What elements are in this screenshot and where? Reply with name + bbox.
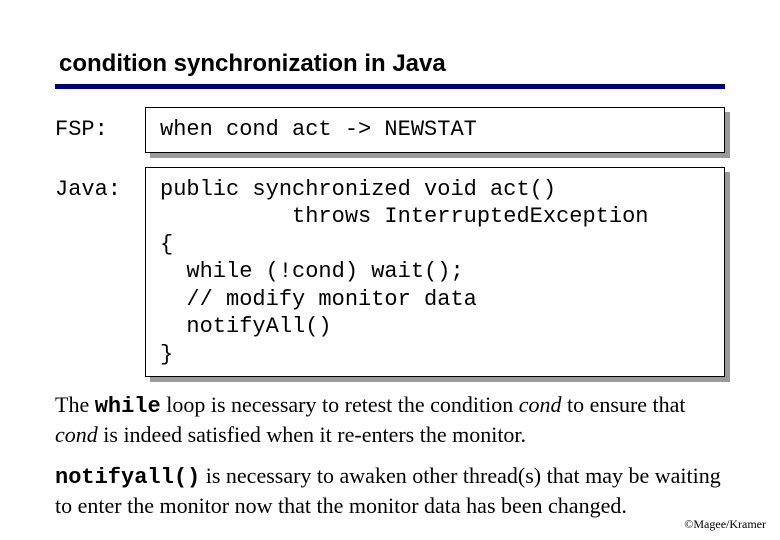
fsp-row: FSP: when cond act -> NEWSTAT — [55, 107, 725, 153]
fsp-label: FSP: — [55, 107, 145, 142]
p1-post: is indeed satisfied when it re-enters th… — [98, 422, 526, 447]
java-row: Java: public synchronized void act() thr… — [55, 167, 725, 378]
paragraph-1: The while loop is necessary to retest th… — [55, 391, 725, 448]
slide-title: condition synchronization in Java — [59, 50, 725, 78]
java-codebox-wrap: public synchronized void act() throws In… — [145, 167, 725, 378]
p1-cond1: cond — [519, 392, 562, 417]
java-codebox: public synchronized void act() throws In… — [145, 167, 725, 378]
paragraph-2: notifyall() is necessary to awaken other… — [55, 462, 725, 519]
p1-pre: The — [55, 392, 95, 417]
p1-code-while: while — [95, 394, 161, 419]
fsp-codebox: when cond act -> NEWSTAT — [145, 107, 725, 153]
slide: condition synchronization in Java FSP: w… — [0, 0, 780, 540]
java-label: Java: — [55, 167, 145, 202]
fsp-codebox-wrap: when cond act -> NEWSTAT — [145, 107, 725, 153]
title-rule — [55, 84, 725, 89]
footer-credit: ©Magee/Kramer — [684, 517, 766, 532]
p1-mid2: to ensure that — [562, 392, 686, 417]
p1-cond2: cond — [55, 422, 98, 447]
p1-mid1: loop is necessary to retest the conditio… — [161, 392, 519, 417]
p2-code-notifyall: notifyall() — [55, 465, 200, 490]
